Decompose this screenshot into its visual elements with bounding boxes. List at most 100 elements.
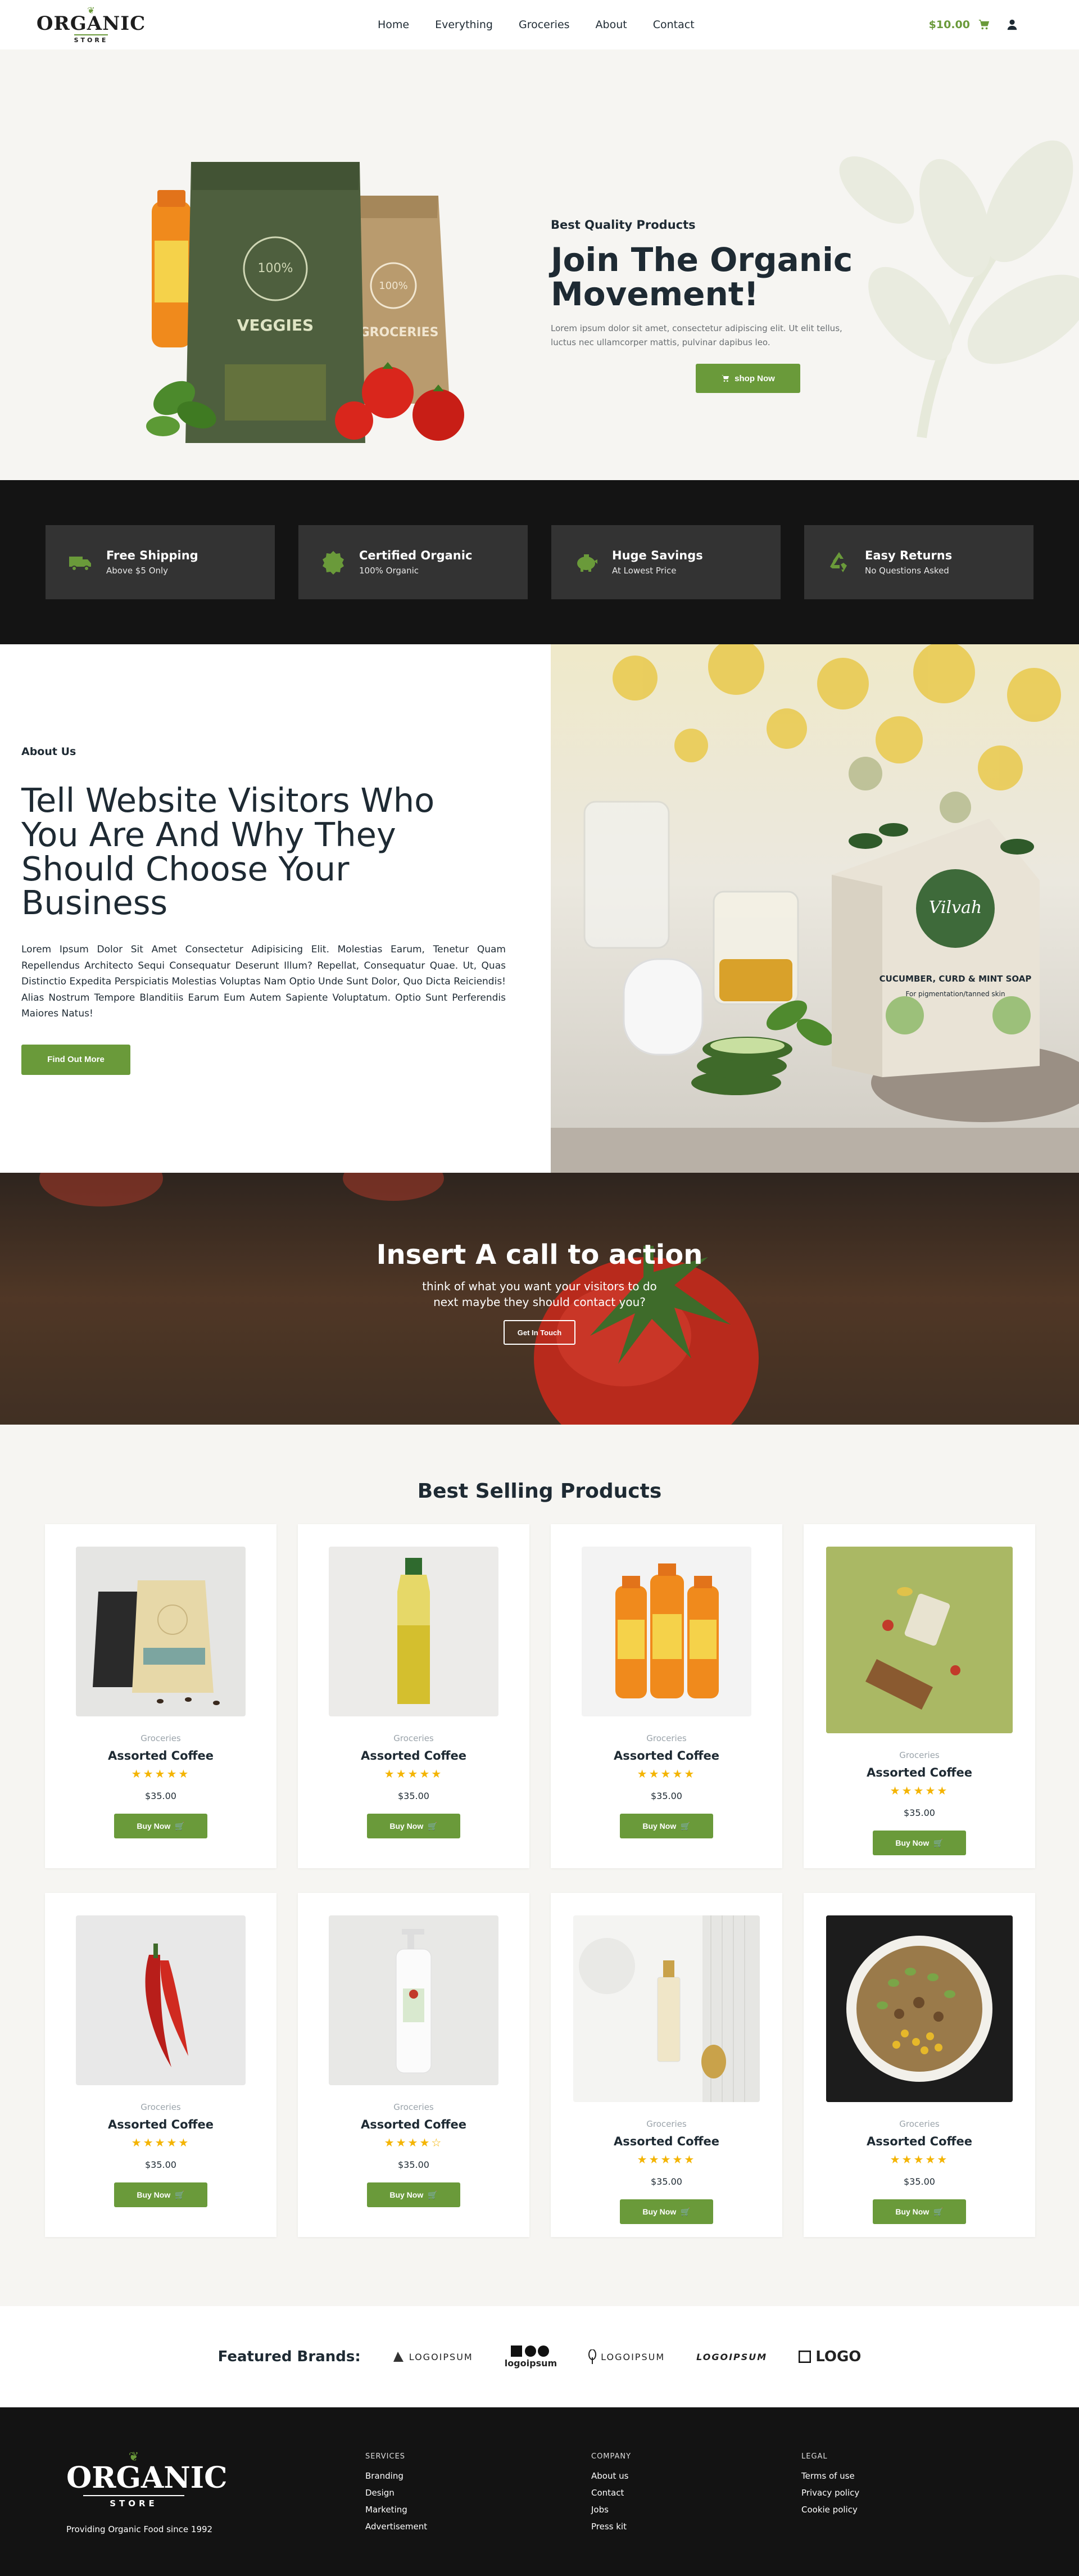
- product-price: $35.00: [145, 1791, 176, 1801]
- product-name[interactable]: Assorted Coffee: [551, 1749, 782, 1762]
- footer-col-title: LEGAL: [801, 2452, 828, 2461]
- product-category[interactable]: Groceries: [45, 2102, 276, 2112]
- feature-subtitle: Above $5 Only: [106, 566, 169, 576]
- brand-logo-5[interactable]: LOGO: [799, 2348, 861, 2365]
- brands-label: Featured Brands:: [217, 2348, 361, 2365]
- product-category[interactable]: Groceries: [551, 2119, 782, 2129]
- get-in-touch-button[interactable]: Get In Touch: [504, 1320, 575, 1345]
- product-card[interactable]: Groceries Assorted Coffee ★★★★★ $35.00 B…: [804, 1893, 1035, 2237]
- footer-link[interactable]: Privacy policy: [801, 2488, 859, 2498]
- brand-logo-3[interactable]: LOGOIPSUM: [588, 2349, 665, 2364]
- brand-name: LOGO: [815, 2348, 862, 2365]
- product-price: $35.00: [398, 1791, 429, 1801]
- product-card[interactable]: Groceries Assorted Coffee ★★★★★ $35.00 B…: [551, 1893, 782, 2237]
- product-name[interactable]: Assorted Coffee: [298, 1749, 529, 1762]
- footer-link[interactable]: Marketing: [365, 2505, 427, 2515]
- about-tag: About Us: [21, 745, 76, 758]
- nav-home[interactable]: Home: [378, 19, 409, 31]
- footer-tagline: Providing Organic Food since 1992: [66, 2524, 213, 2534]
- product-card[interactable]: Groceries Assorted Coffee ★★★★★ $35.00 B…: [551, 1524, 782, 1868]
- cart-icon[interactable]: [978, 19, 990, 31]
- footer-link[interactable]: Advertisement: [365, 2521, 427, 2532]
- buy-now-button[interactable]: Buy Now 🛒: [620, 2199, 713, 2224]
- feature-certified-organic: Certified Organic 100% Organic: [298, 525, 528, 599]
- nav-groceries[interactable]: Groceries: [519, 19, 570, 31]
- nav-about[interactable]: About: [596, 19, 627, 31]
- soap-brand: Vilvah: [929, 898, 982, 918]
- product-card[interactable]: Groceries Assorted Coffee ★★★★★ $35.00 B…: [45, 1524, 276, 1868]
- buy-now-button[interactable]: Buy Now 🛒: [620, 1814, 713, 1838]
- cart-total[interactable]: $10.00: [929, 19, 970, 31]
- cart-icon: 🛒: [428, 1821, 438, 1831]
- footer-col-title: COMPANY: [591, 2452, 632, 2461]
- hero-description: Lorem ipsum dolor sit amet, consectetur …: [551, 323, 842, 347]
- buy-now-button[interactable]: Buy Now 🛒: [114, 2182, 207, 2207]
- product-card[interactable]: Groceries Assorted Coffee ★★★★★ $35.00 B…: [45, 1893, 276, 2237]
- footer-logo[interactable]: ❦ ORGANIC STORE: [66, 2451, 228, 2509]
- feature-title: Certified Organic: [359, 549, 473, 562]
- brand-logo-1[interactable]: LOGOIPSUM: [392, 2351, 473, 2363]
- product-image-green-food: [826, 1547, 1013, 1733]
- footer-link[interactable]: Cookie policy: [801, 2505, 859, 2515]
- footer-link[interactable]: Press kit: [591, 2521, 631, 2532]
- buy-now-label: Buy Now: [895, 1838, 930, 1847]
- buy-now-label: Buy Now: [895, 2207, 930, 2216]
- product-card[interactable]: Groceries Assorted Coffee ★★★★★ $35.00 B…: [804, 1524, 1035, 1868]
- buy-now-button[interactable]: Buy Now 🛒: [367, 1814, 460, 1838]
- nav-contact[interactable]: Contact: [653, 19, 695, 31]
- find-out-more-button[interactable]: Find Out More: [21, 1044, 130, 1075]
- brand-name: LOGOIPSUM: [696, 2351, 768, 2362]
- feature-free-shipping: Free Shipping Above $5 Only: [46, 525, 275, 599]
- bag1-badge: 100%: [258, 261, 293, 275]
- brand-mark-icon: [588, 2349, 597, 2364]
- about-section: About Us Tell Website Visitors Who You A…: [0, 644, 1079, 1173]
- footer-link[interactable]: Branding: [365, 2471, 427, 2481]
- product-name[interactable]: Assorted Coffee: [45, 1749, 276, 1762]
- buy-now-button[interactable]: Buy Now 🛒: [873, 1831, 966, 1855]
- product-name[interactable]: Assorted Coffee: [551, 2135, 782, 2148]
- product-card[interactable]: Groceries Assorted Coffee ★★★★☆ $35.00 B…: [298, 1893, 529, 2237]
- feature-subtitle: No Questions Asked: [865, 566, 949, 576]
- brand-logo-4[interactable]: LOGOIPSUM: [696, 2352, 767, 2362]
- hero-subtitle: Best Quality Products: [551, 218, 696, 232]
- hero-title: Join The Organic Movement!: [551, 241, 853, 313]
- nav-everything[interactable]: Everything: [435, 19, 493, 31]
- product-category[interactable]: Groceries: [298, 1733, 529, 1743]
- cta-subtitle: think of what you want your visitors to …: [422, 1280, 657, 1309]
- footer-col-legal: LEGAL Terms of use Privacy policy Cookie…: [801, 2452, 859, 2521]
- about-text: Lorem Ipsum Dolor Sit Amet Consectetur A…: [21, 944, 506, 1020]
- product-name[interactable]: Assorted Coffee: [804, 1766, 1035, 1779]
- product-image-perfume: [573, 1915, 760, 2102]
- shop-now-label: shop Now: [735, 373, 775, 383]
- product-name[interactable]: Assorted Coffee: [804, 2135, 1035, 2148]
- product-price: $35.00: [145, 2159, 176, 2170]
- product-category[interactable]: Groceries: [804, 2119, 1035, 2129]
- buy-now-button[interactable]: Buy Now 🛒: [367, 2182, 460, 2207]
- footer-link[interactable]: Terms of use: [801, 2471, 859, 2481]
- bag2-badge: 100%: [379, 280, 407, 292]
- buy-now-label: Buy Now: [642, 1822, 677, 1831]
- product-category[interactable]: Groceries: [551, 1733, 782, 1743]
- product-card[interactable]: Groceries Assorted Coffee ★★★★★ $35.00 B…: [298, 1524, 529, 1868]
- product-name[interactable]: Assorted Coffee: [45, 2118, 276, 2131]
- footer-link[interactable]: Contact: [591, 2488, 631, 2498]
- user-icon[interactable]: [1006, 19, 1018, 31]
- feature-huge-savings: Huge Savings At Lowest Price: [551, 525, 781, 599]
- product-image-peppers: [76, 1915, 246, 2085]
- product-name[interactable]: Assorted Coffee: [298, 2118, 529, 2131]
- brand-logo-2[interactable]: logoipsum: [505, 2345, 557, 2369]
- cart-icon: [722, 375, 729, 382]
- footer-link[interactable]: About us: [591, 2471, 631, 2481]
- nav-right: $10.00: [929, 19, 1018, 31]
- buy-now-button[interactable]: Buy Now 🛒: [873, 2199, 966, 2224]
- shop-now-button[interactable]: shop Now: [696, 364, 800, 394]
- truck-icon: [69, 557, 91, 571]
- product-category[interactable]: Groceries: [45, 1733, 276, 1743]
- footer-link[interactable]: Jobs: [591, 2505, 631, 2515]
- footer-link[interactable]: Design: [365, 2488, 427, 2498]
- product-category[interactable]: Groceries: [804, 1750, 1035, 1760]
- site-logo[interactable]: ❦ ORGANIC STORE: [37, 6, 145, 44]
- about-title: Tell Website Visitors Who You Are And Wh…: [21, 781, 435, 923]
- product-category[interactable]: Groceries: [298, 2102, 529, 2112]
- buy-now-button[interactable]: Buy Now 🛒: [114, 1814, 207, 1838]
